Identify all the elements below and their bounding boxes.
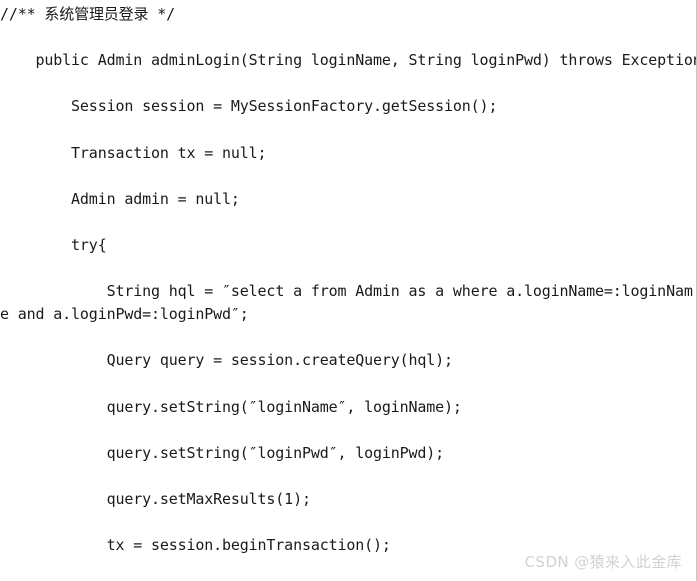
code-content: //** 系统管理员登录 */ public Admin adminLogin(…	[0, 3, 697, 581]
code-block: //** 系统管理员登录 */ public Admin adminLogin(…	[0, 0, 697, 581]
code-line: Admin admin = null;	[0, 189, 240, 208]
code-line: //** 系统管理员登录 */	[0, 5, 175, 23]
code-line: query.setString(″loginPwd″, loginPwd);	[0, 443, 445, 462]
code-line: Query query = session.createQuery(hql);	[0, 351, 454, 370]
code-snippet-screenshot: //** 系统管理员登录 */ public Admin adminLogin(…	[0, 0, 697, 581]
code-line: String hql = ″select a from Admin as a w…	[0, 282, 693, 324]
code-line: query.setMaxResults(1);	[0, 489, 311, 508]
code-line: Session session = MySessionFactory.getSe…	[0, 97, 498, 116]
csdn-watermark: CSDN @猿来入此金库	[524, 553, 682, 571]
code-line: public Admin adminLogin(String loginName…	[0, 51, 697, 70]
code-line: try{	[0, 235, 107, 254]
code-line: Transaction tx = null;	[0, 143, 267, 162]
code-line: query.setString(″loginName″, loginName);	[0, 397, 462, 416]
